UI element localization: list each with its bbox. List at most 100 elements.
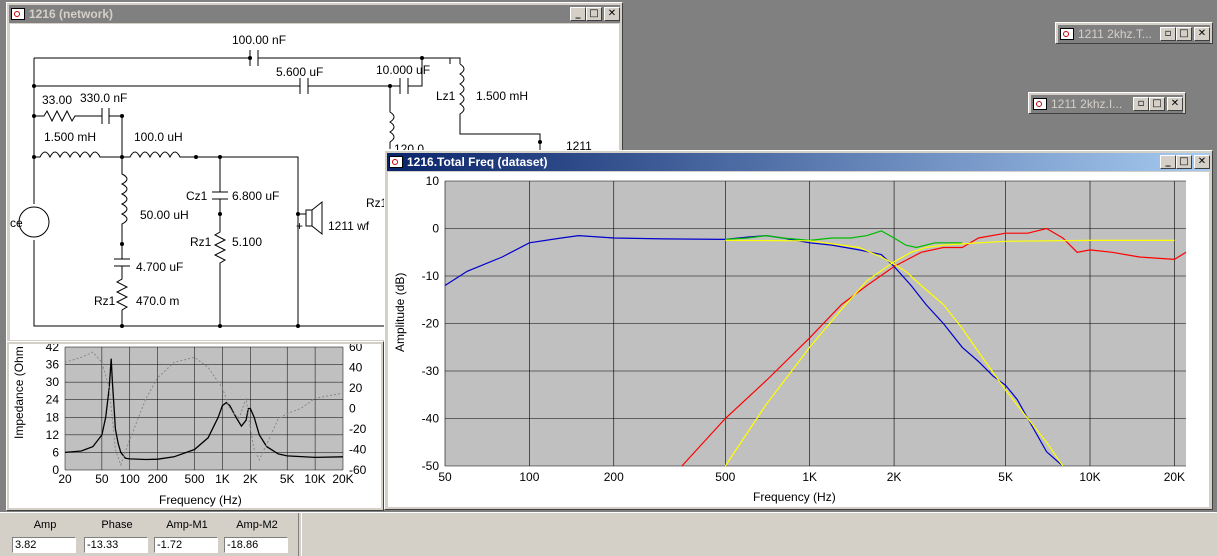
freq-canvas[interactable]: 50 100 200 500 1K 2K 5K 10K 20K 10 0 -10 -20 -30 -40 -5…	[388, 172, 1209, 507]
close-button[interactable]: ✕	[1194, 27, 1210, 41]
freq-x-tick: 20K	[1164, 470, 1185, 484]
impedance-left-tick: 6	[52, 445, 59, 459]
label-rz1-val: 470.0 m	[136, 294, 179, 308]
network-titlebar[interactable]: 1216 (network) _ □ ✕	[9, 5, 620, 23]
total-freq-window[interactable]: 1216.Total Freq (dataset) _ □ ✕ 50 100 200…	[384, 150, 1213, 510]
impedance-x-tick: 500	[185, 472, 205, 486]
label-c330: 330.0 nF	[80, 91, 127, 105]
freq-y-tick: 0	[432, 222, 439, 236]
minimized-window-2[interactable]: 1211 2khz.I... ▫ □ ✕	[1028, 92, 1186, 114]
label-c4700: 4.700 uF	[136, 260, 183, 274]
impedance-ylabel: Impedance (Ohm	[12, 346, 26, 439]
restore-button[interactable]: ▫	[1133, 97, 1149, 111]
impedance-x-tick: 5K	[280, 472, 295, 486]
label-rz1-ref: Rz1	[94, 294, 116, 308]
impedance-x-tick: 1K	[215, 472, 230, 486]
status-field-label: Amp	[33, 519, 57, 531]
label-l100: 100.0 uH	[134, 130, 183, 144]
label-cz1-ref: Cz1	[186, 189, 208, 203]
label-rz1b-ref: Rz1	[190, 235, 212, 249]
status-divider	[298, 513, 302, 556]
label-cz1-val: 6.800 uF	[232, 189, 279, 203]
minimized-window-2-titlebar[interactable]: 1211 2khz.I... ▫ □ ✕	[1031, 95, 1183, 113]
impedance-window[interactable]: 20 50 100 200 500 1K 2K 5K 10K 20K 42 36 30 24 18 12 6 0 6…	[6, 341, 384, 511]
impedance-left-tick: 24	[46, 393, 60, 407]
freq-y-tick: -40	[422, 412, 440, 426]
total-freq-titlebar[interactable]: 1216.Total Freq (dataset) _ □ ✕	[387, 153, 1210, 171]
impedance-left-tick: 12	[46, 428, 60, 442]
impedance-x-tick: 200	[148, 472, 168, 486]
network-title: 1216 (network)	[29, 7, 114, 21]
label-l1500: 1.500 mH	[44, 130, 96, 144]
close-button[interactable]: ✕	[604, 7, 620, 21]
impedance-x-tick: 50	[95, 472, 109, 486]
freq-x-tick: 500	[715, 470, 735, 484]
minimized-window-1-title: 1211 2khz.T...	[1078, 27, 1152, 41]
impedance-right-tick: -40	[349, 443, 367, 457]
minimized-window-1[interactable]: 1211 2khz.T... ▫ □ ✕	[1055, 22, 1213, 44]
freq-y-tick: 10	[426, 174, 440, 188]
status-field-label: Amp-M1	[166, 519, 208, 531]
maximize-button[interactable]: □	[1149, 97, 1165, 111]
total-freq-title: 1216.Total Freq (dataset)	[407, 155, 548, 169]
impedance-xlabel: Frequency (Hz)	[159, 493, 242, 507]
maximize-button[interactable]: □	[586, 7, 602, 21]
freq-x-tick: 10K	[1079, 470, 1100, 484]
freq-x-tick: 50	[438, 470, 452, 484]
freq-x-tick: 5K	[998, 470, 1013, 484]
label-lz1-ref: Lz1	[436, 89, 456, 103]
label-c-right: 10.000 uF	[376, 63, 430, 77]
freq-x-tick: 1K	[802, 470, 817, 484]
status-field-value: -1.72	[154, 537, 218, 553]
app-icon	[11, 8, 25, 20]
label-r33: 33.00	[42, 93, 72, 107]
maximize-button[interactable]: □	[1176, 27, 1192, 41]
minimize-button[interactable]: _	[1160, 155, 1176, 169]
impedance-x-tick: 100	[120, 472, 140, 486]
label-c-mid: 5.600 uF	[276, 65, 323, 79]
impedance-left-tick: 30	[46, 375, 60, 389]
impedance-left-tick: 0	[52, 463, 59, 477]
impedance-right-tick: 0	[349, 402, 356, 416]
impedance-left-tick: 42	[46, 344, 60, 354]
freq-y-tick: -50	[422, 459, 440, 473]
impedance-x-tick: 2K	[243, 472, 258, 486]
freq-x-tick: 2K	[887, 470, 902, 484]
impedance-right-tick: 60	[349, 344, 363, 354]
impedance-right-tick: 40	[349, 361, 363, 375]
impedance-left-tick: 36	[46, 358, 60, 372]
impedance-right-tick: 20	[349, 381, 363, 395]
close-button[interactable]: ✕	[1167, 97, 1183, 111]
status-field-label: Phase	[101, 519, 133, 531]
impedance-left-tick: 18	[46, 410, 60, 424]
impedance-right-tick: -20	[349, 422, 367, 436]
label-c-top: 100.00 nF	[232, 33, 286, 47]
freq-y-tick: -30	[422, 364, 440, 378]
impedance-x-tick: 10K	[304, 472, 325, 486]
impedance-right-tick: -60	[349, 463, 367, 477]
label-driver: 1211 wf	[328, 219, 370, 233]
freq-x-tick: 100	[519, 470, 539, 484]
impedance-x-tick: 20	[58, 472, 72, 486]
freq-svg: 50 100 200 500 1K 2K 5K 10K 20K100-10-20-30-40-5…	[393, 174, 1187, 504]
impedance-canvas[interactable]: 20 50 100 200 500 1K 2K 5K 10K 20K 42 36 30 24 18 12 6 0 6…	[9, 344, 381, 508]
label-l50: 50.00 uH	[140, 208, 189, 222]
app-icon	[1033, 98, 1047, 110]
app-icon	[1060, 28, 1074, 40]
status-bar: Amp 3.82 Phase -13.33 Amp-M1 -1.72 Amp-M2 -18.8…	[0, 512, 1217, 556]
freq-ylabel: Amplitude (dB)	[393, 273, 407, 352]
freq-xlabel: Frequency (Hz)	[753, 490, 836, 504]
label-driver-sign: +	[296, 219, 303, 233]
label-rz1b-val: 5.100	[232, 235, 262, 249]
minimize-button[interactable]: _	[570, 7, 586, 21]
freq-x-tick: 200	[604, 470, 624, 484]
app-icon	[389, 156, 403, 168]
freq-y-tick: -10	[422, 269, 440, 283]
impedance-svg: 20 50 100 200 500 1K 2K 5K 10K 20K423630241812606…	[12, 344, 367, 507]
status-field-value: -13.33	[84, 537, 148, 553]
close-button[interactable]: ✕	[1194, 155, 1210, 169]
restore-button[interactable]: ▫	[1160, 27, 1176, 41]
maximize-button[interactable]: □	[1176, 155, 1192, 169]
minimized-window-1-titlebar[interactable]: 1211 2khz.T... ▫ □ ✕	[1058, 25, 1210, 43]
freq-y-tick: -20	[422, 317, 440, 331]
